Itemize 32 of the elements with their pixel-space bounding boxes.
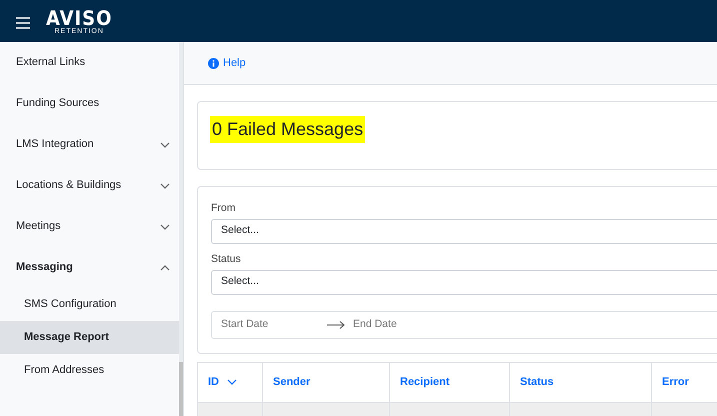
chevron-icon xyxy=(160,224,170,230)
sidebar-item[interactable]: Locations & Buildings xyxy=(0,165,183,206)
failed-count-title: 0 Failed Messages xyxy=(210,116,366,143)
column-header[interactable]: Status xyxy=(510,362,652,402)
field-label: Status xyxy=(211,252,242,267)
arrow-right-icon xyxy=(327,320,345,328)
info-icon xyxy=(208,58,219,68)
scrollbar-thumb[interactable] xyxy=(179,362,183,416)
sidebar-item[interactable]: External Links xyxy=(0,42,183,83)
help-link[interactable]: Help xyxy=(208,54,246,72)
date-range-field[interactable]: Start Date End Date xyxy=(211,310,717,338)
start-date-input[interactable]: Start Date xyxy=(221,316,311,332)
menu-icon[interactable] xyxy=(16,15,30,27)
sidebar-item[interactable]: Funding Sources xyxy=(0,83,183,124)
column-header[interactable]: Sender xyxy=(262,362,390,402)
chevron-icon xyxy=(160,182,170,188)
sidebar-item[interactable]: LMS Integration xyxy=(0,124,183,165)
column-header[interactable]: ID xyxy=(198,362,262,402)
sidebar-subitem[interactable]: Message Report xyxy=(0,321,179,354)
end-date-input[interactable]: End Date xyxy=(353,316,443,332)
column-header[interactable]: Recipient xyxy=(390,362,510,402)
logo-title: AVISO xyxy=(46,8,112,28)
chevron-icon xyxy=(160,142,170,148)
chevron-icon xyxy=(160,264,170,270)
sidebar-item[interactable]: Meetings xyxy=(0,206,183,247)
column-header[interactable]: Error xyxy=(652,362,717,402)
field-label: From xyxy=(211,201,236,216)
sidebar-item[interactable]: Messaging xyxy=(0,247,183,288)
select-field[interactable]: Select... xyxy=(211,218,717,244)
sidebar-subitem[interactable]: SMS Configuration xyxy=(0,288,179,321)
select-field[interactable]: Select... xyxy=(211,270,717,294)
sidebar-subitem[interactable]: From Addresses xyxy=(0,354,179,387)
